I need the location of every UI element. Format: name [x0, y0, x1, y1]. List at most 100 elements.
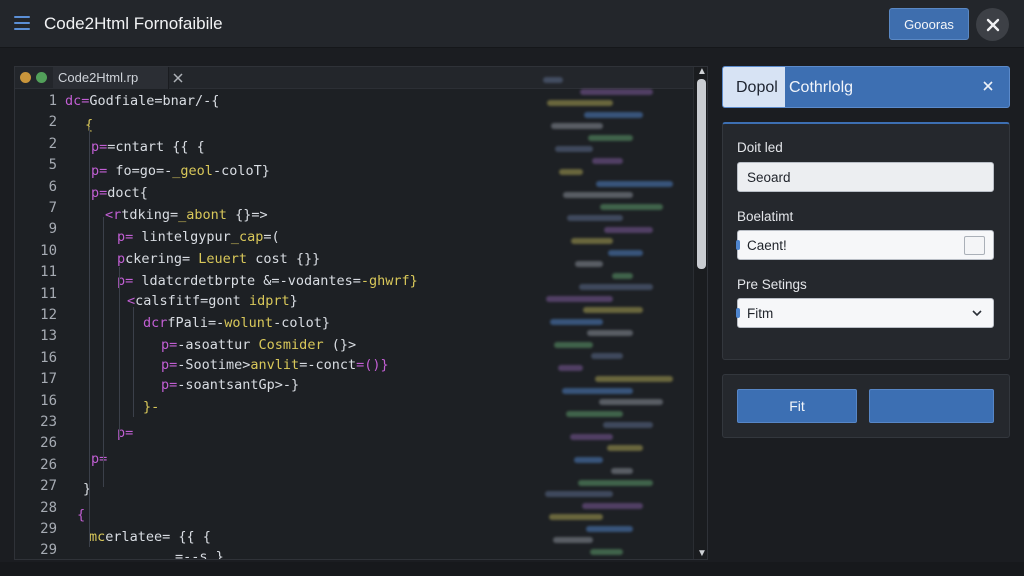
code-line[interactable]: p= ldatcrdetbrpte &=-vodantes=-ghwrf}: [117, 273, 418, 289]
code-token: anvlit: [250, 357, 300, 373]
tab-close-icon[interactable]: [171, 71, 185, 85]
line-number: 2: [48, 135, 57, 152]
minimap-stroke: [551, 123, 603, 129]
code-line[interactable]: dcrfPali=-wolunt-colot}: [143, 315, 330, 331]
line-number: 26: [40, 456, 57, 473]
line-number: 16: [40, 349, 57, 366]
line-number: 2: [48, 114, 57, 131]
code-token: mc: [89, 529, 106, 545]
code-editor[interactable]: Code2Html.rp 1 2 2 5 6 7 9 10 11 11 12 13 16 17 16 23 26…: [14, 66, 708, 560]
code-line[interactable]: p= lintelgypur_cap=(: [117, 229, 280, 245]
code-line[interactable]: p=-soantsantGp>-}: [161, 377, 299, 393]
scroll-down-icon[interactable]: ▼: [696, 549, 707, 559]
code-token: Godfiale=bnar/-{: [89, 93, 220, 109]
code-token: fo=go=-: [107, 163, 173, 179]
line-number: 29: [40, 542, 57, 559]
field2-checkbox[interactable]: [964, 236, 985, 255]
tab-code2html[interactable]: Code2Html.rp: [53, 67, 169, 89]
code-token: {: [77, 507, 86, 523]
code-token: {}=>: [226, 207, 268, 223]
minimap-stroke: [558, 364, 583, 371]
code-token: idprt: [248, 293, 290, 309]
code-token: =(: [263, 229, 280, 245]
code-token: }: [289, 293, 298, 309]
minimap-stroke: [545, 491, 613, 497]
field2-label: Boelatimt: [737, 209, 794, 224]
secondary-button[interactable]: [869, 389, 994, 423]
minimap-stroke: [608, 249, 643, 256]
code-line[interactable]: p=-Sootime>anvlit=-conct=()}: [161, 357, 389, 373]
line-number: 17: [40, 371, 57, 388]
chevron-down-icon: [972, 310, 982, 317]
line-number: 26: [40, 435, 57, 452]
close-window-button[interactable]: [976, 8, 1009, 41]
field1-input[interactable]: Seoard: [737, 162, 994, 192]
minimap-stroke: [590, 548, 623, 555]
title-bar: Code2Html Fornofaibile Goooras: [0, 0, 1024, 48]
code-token: Leuert: [198, 251, 248, 267]
dialog-close-icon[interactable]: [981, 79, 995, 93]
vertical-scrollbar[interactable]: ▲ ▼: [693, 67, 707, 559]
field1-value: Seoard: [747, 170, 791, 185]
minimap-stroke: [574, 456, 603, 463]
minimap-stroke: [550, 318, 603, 325]
code-token: -colot}: [273, 315, 330, 331]
code-token: calsfitf=gont: [135, 293, 249, 309]
field2-input[interactable]: Caent!: [736, 230, 994, 260]
code-token: dc=: [65, 93, 90, 109]
minimap-stroke: [595, 376, 673, 382]
status-strip: [0, 562, 1024, 576]
minimap-stroke: [611, 468, 633, 474]
line-number: 23: [40, 414, 57, 430]
code-line[interactable]: p=: [91, 451, 107, 467]
field3-select[interactable]: Fitm: [736, 298, 994, 328]
minimap-stroke: [599, 399, 663, 405]
minimap-stroke: [583, 307, 643, 313]
code-line[interactable]: <rtdking=_abont {}=>: [105, 207, 268, 223]
indent-guide: [119, 267, 120, 437]
minimap-stroke: [553, 537, 593, 543]
code-line[interactable]: pckering= Leuert cost {}}: [117, 251, 320, 267]
tab-cothrlolg[interactable]: Cothrlolg: [789, 79, 853, 97]
code-line[interactable]: p= fo=go=-_geol-coloT}: [91, 163, 270, 179]
code-token: -ghwrf}: [360, 273, 418, 289]
line-number: 9: [48, 221, 57, 238]
minimap-stroke: [546, 295, 613, 302]
code-line[interactable]: =--s }: [175, 549, 224, 560]
minimap-stroke: [582, 502, 643, 509]
minimap-stroke: [571, 238, 613, 244]
code-token: =--s }: [175, 549, 224, 560]
code-token: -coloT}: [212, 163, 270, 179]
scroll-up-icon[interactable]: ▲: [696, 67, 707, 77]
scrollbar-thumb[interactable]: [697, 79, 706, 269]
header-action-button[interactable]: Goooras: [889, 8, 969, 40]
code-token: p=: [117, 229, 134, 245]
code-line[interactable]: p=doct{: [91, 185, 148, 201]
code-token: tdking=: [121, 207, 179, 223]
fit-button[interactable]: Fit: [737, 389, 857, 423]
code-token: =()}: [356, 357, 389, 373]
minimap-stroke: [559, 169, 583, 175]
code-token: doct{: [107, 185, 148, 201]
code-line[interactable]: p==cntart {{ {: [91, 139, 205, 155]
menu-icon[interactable]: [14, 15, 30, 31]
code-line[interactable]: mcerlatee= {{ {: [89, 529, 211, 545]
code-token: =cntart {{ {: [107, 139, 205, 155]
minimap-stroke: [554, 341, 593, 348]
code-line[interactable]: {: [77, 507, 85, 523]
minimap-stroke: [604, 226, 653, 233]
minimap-stroke: [603, 422, 653, 428]
code-line[interactable]: p=-asoattur Cosmider (}>: [161, 337, 356, 353]
tab-dopol[interactable]: Dopol: [723, 67, 785, 107]
app-title: Code2Html Fornofaibile: [44, 14, 223, 33]
code-line[interactable]: }-: [143, 399, 159, 415]
code-line[interactable]: dc=Godfiale=bnar/-{: [65, 93, 219, 109]
minimap-stroke: [607, 445, 643, 451]
minimap-stroke: [596, 180, 673, 187]
code-token: p=: [161, 357, 178, 373]
code-token: (}>: [323, 337, 357, 353]
minimap-stroke: [562, 387, 633, 394]
code-token: -asoattur: [177, 337, 259, 353]
minimap-stroke: [549, 514, 603, 520]
code-line[interactable]: <calsfitf=gont idprt}: [127, 293, 298, 309]
